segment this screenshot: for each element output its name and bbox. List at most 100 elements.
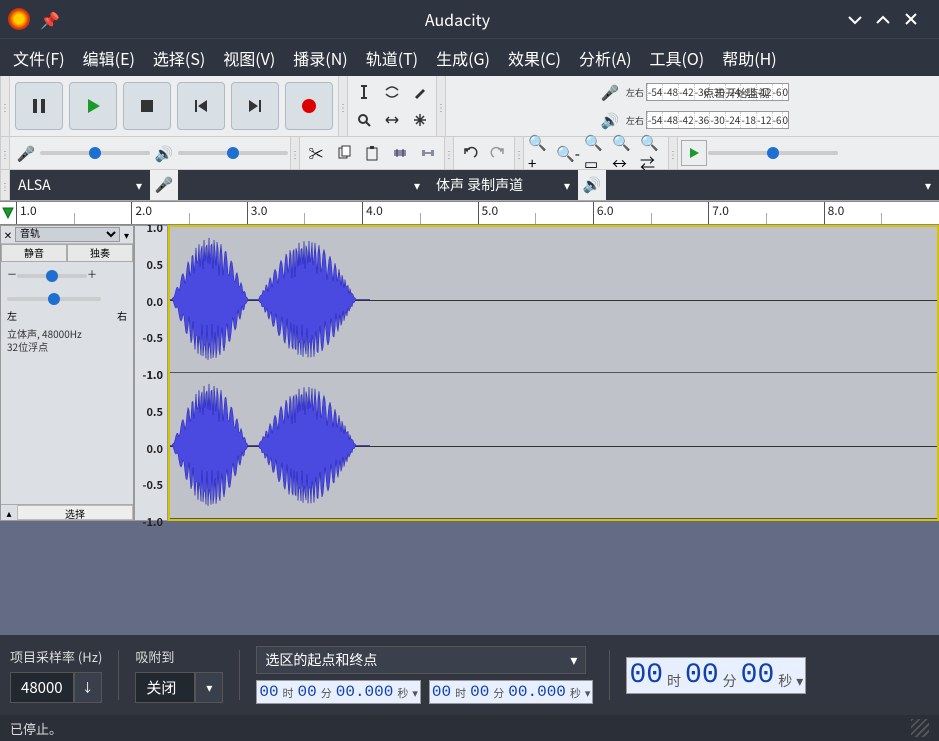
close-button[interactable] — [903, 11, 931, 27]
play-button[interactable] — [69, 82, 117, 130]
minimize-button[interactable] — [847, 11, 875, 27]
silence-icon[interactable] — [415, 140, 441, 166]
menu-analyze[interactable]: 分析(A) — [570, 40, 641, 76]
zoom-in-icon[interactable]: 🔍+ — [527, 140, 553, 166]
rate-label: 项目采样率 (Hz) — [10, 647, 102, 666]
waveform-right[interactable] — [170, 373, 937, 519]
play-speed-toolbar — [678, 137, 840, 169]
solo-button[interactable]: 独奏 — [67, 244, 133, 262]
play-meter[interactable]: -54-48 -42-36 -30-24 -18-12 -60 — [646, 111, 789, 129]
skip-end-button[interactable] — [231, 82, 279, 130]
menu-view[interactable]: 视图(V) — [214, 40, 284, 76]
zoom-toggle-icon[interactable]: 🔍⇄ — [639, 140, 665, 166]
zoom-tool-icon[interactable] — [351, 107, 377, 133]
paste-icon[interactable] — [359, 140, 385, 166]
edit-toolbar: ✂ — [300, 137, 444, 169]
play-device-dropdown[interactable]: ▾ — [606, 170, 939, 200]
transport-toolbar — [10, 76, 338, 136]
meters-toolbar: 🎤 左右 -54-48 -42-36 -30-24 -18-12 -60 点击开… — [446, 76, 939, 136]
toolbar-grip[interactable]: ⋮ — [514, 137, 524, 169]
record-meter[interactable]: -54-48 -42-36 -30-24 -18-12 -60 点击开始监视 — [646, 83, 789, 101]
selection-tool-icon[interactable] — [351, 79, 377, 105]
multi-tool-icon[interactable] — [407, 107, 433, 133]
toolbar-grip[interactable]: ⋮ — [338, 76, 348, 136]
vertical-scale[interactable]: 1.00.50.0-0.5-1.0 1.00.50.0-0.5-1.0 — [134, 225, 168, 521]
mic-icon[interactable]: 🎤 — [597, 79, 623, 105]
copy-icon[interactable] — [331, 140, 357, 166]
toolbar-grip[interactable]: ⋮ — [444, 137, 454, 169]
lr-label: 左右 — [624, 116, 646, 125]
selection-bar: 项目采样率 (Hz) 48000 ↓ 吸附到 关闭 ▾ 选区的起点和终点▾ 00… — [0, 635, 939, 715]
redo-icon[interactable] — [485, 140, 511, 166]
speaker-icon: 🔊 — [579, 171, 605, 197]
play-speed-button[interactable] — [681, 140, 707, 166]
toolbar-grip[interactable]: ⋮ — [0, 76, 10, 136]
resize-grip-icon[interactable] — [911, 719, 929, 737]
skip-start-button[interactable] — [177, 82, 225, 130]
menu-tools[interactable]: 工具(O) — [641, 40, 714, 76]
selection-end-time[interactable]: 00时 00分 00.000秒▾ — [429, 680, 594, 704]
lr-label: 左右 — [624, 88, 646, 97]
track-select-button[interactable]: 选择 — [17, 505, 133, 520]
menu-tracks[interactable]: 轨道(T) — [357, 40, 427, 76]
toolbar-grip[interactable]: ⋮ — [0, 137, 10, 169]
trim-icon[interactable] — [387, 140, 413, 166]
menu-help[interactable]: 帮助(H) — [713, 40, 785, 76]
speaker-icon[interactable]: 🔊 — [597, 107, 623, 133]
menu-file[interactable]: 文件(F) — [4, 40, 74, 76]
waveform-view[interactable] — [168, 225, 939, 521]
pin-icon[interactable]: 📌 — [40, 7, 60, 31]
gain-slider[interactable] — [17, 274, 87, 278]
collapse-icon[interactable]: ▴ — [1, 505, 17, 520]
track-area: ✕ 音轨 ▾ 静音 独奏 －＋ 左右 立体声, 48000Hz32位浮点 ▴ 选… — [0, 225, 939, 635]
zoom-sel-icon[interactable]: 🔍▭ — [583, 140, 609, 166]
play-speed-slider[interactable] — [708, 151, 838, 155]
track-menu-dropdown[interactable]: 音轨 — [15, 227, 120, 242]
rate-dropdown-button[interactable]: ↓ — [74, 672, 102, 703]
snap-dropdown-button[interactable]: ▾ — [195, 672, 223, 703]
toolbar-grip[interactable]: ⋮ — [436, 76, 446, 136]
menu-edit[interactable]: 编辑(E) — [74, 40, 144, 76]
audio-position-time[interactable]: 00时 00分 00秒▾ — [626, 657, 806, 694]
zoom-out-icon[interactable]: 🔍- — [555, 140, 581, 166]
record-channels-dropdown[interactable]: 体声 录制声道▾ — [428, 170, 578, 200]
toolbar-grip[interactable]: ⋮ — [290, 137, 300, 169]
timeshift-tool-icon[interactable] — [379, 107, 405, 133]
project-rate-input[interactable]: 48000 — [10, 672, 74, 703]
mute-button[interactable]: 静音 — [1, 244, 67, 262]
play-volume-slider[interactable] — [178, 151, 288, 155]
selection-start-time[interactable]: 00时 00分 00.000秒▾ — [256, 680, 421, 704]
undo-icon[interactable] — [457, 140, 483, 166]
record-device-dropdown[interactable]: ▾ — [178, 170, 428, 200]
zoom-toolbar: 🔍+ 🔍- 🔍▭ 🔍↔ 🔍⇄ — [524, 137, 668, 169]
pause-button[interactable] — [15, 82, 63, 130]
menu-select[interactable]: 选择(S) — [144, 40, 214, 76]
chevron-down-icon[interactable]: ▾ — [120, 227, 133, 242]
zoom-fit-icon[interactable]: 🔍↔ — [611, 140, 637, 166]
playhead-icon[interactable] — [0, 202, 16, 224]
app-logo-icon — [8, 8, 30, 30]
maximize-button[interactable] — [875, 11, 903, 27]
waveform-left[interactable] — [170, 227, 937, 373]
cut-icon[interactable]: ✂ — [303, 140, 329, 166]
snap-dropdown[interactable]: 关闭 — [135, 672, 195, 703]
timeline-ruler[interactable]: 1.02.03.04.05.06.07.08.09.0 — [0, 201, 939, 225]
menu-generate[interactable]: 生成(G) — [427, 40, 499, 76]
mic-icon: 🎤 — [151, 171, 177, 197]
record-button[interactable] — [285, 82, 333, 130]
envelope-tool-icon[interactable] — [379, 79, 405, 105]
toolbar-grip[interactable]: ⋮ — [668, 137, 678, 169]
menu-effect[interactable]: 效果(C) — [499, 40, 570, 76]
record-volume-slider[interactable] — [40, 151, 150, 155]
menu-transport[interactable]: 播录(N) — [284, 40, 356, 76]
track-info: 立体声, 48000Hz32位浮点 — [1, 323, 133, 357]
pan-slider[interactable] — [7, 297, 101, 301]
track-control-panel: ✕ 音轨 ▾ 静音 独奏 －＋ 左右 立体声, 48000Hz32位浮点 ▴ 选… — [0, 225, 134, 521]
draw-tool-icon[interactable] — [407, 79, 433, 105]
stop-button[interactable] — [123, 82, 171, 130]
toolbar-grip[interactable]: ⋮ — [0, 170, 10, 200]
track-close-button[interactable]: ✕ — [1, 227, 15, 242]
audio-host-dropdown[interactable]: ALSA▾ — [10, 170, 150, 200]
selection-mode-dropdown[interactable]: 选区的起点和终点▾ — [256, 646, 586, 674]
snap-label: 吸附到 — [135, 647, 223, 666]
